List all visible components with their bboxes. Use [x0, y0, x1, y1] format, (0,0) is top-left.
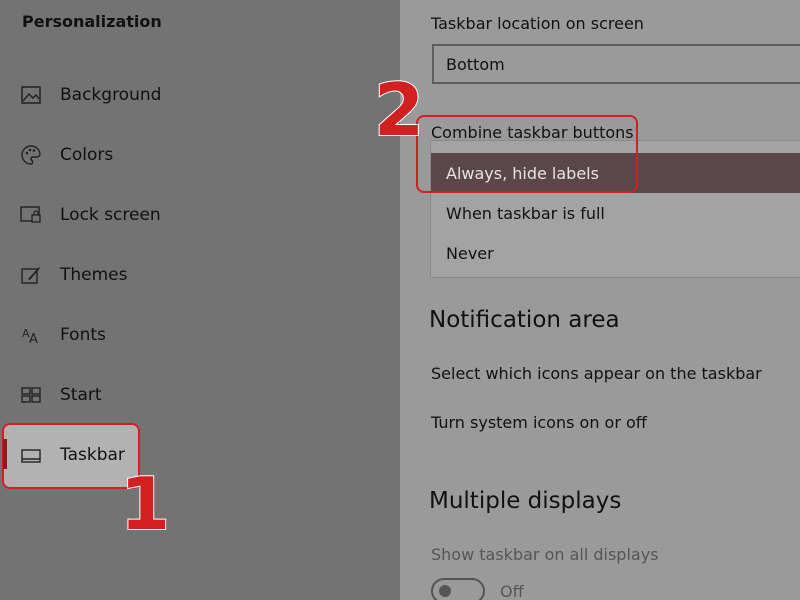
toggle-knob	[439, 585, 451, 597]
taskbar-location-label: Taskbar location on screen	[431, 14, 644, 33]
taskbar-location-value: Bottom	[446, 55, 505, 74]
taskbar-icon	[20, 445, 42, 467]
themes-icon	[20, 264, 42, 286]
image-icon	[20, 84, 42, 106]
sidebar-item-label: Colors	[60, 145, 114, 165]
system-icons-link[interactable]: Turn system icons on or off	[431, 413, 647, 432]
sidebar-title: Personalization	[22, 12, 162, 31]
show-all-displays-label: Show taskbar on all displays	[431, 545, 659, 564]
sidebar-item-label: Lock screen	[60, 205, 161, 225]
fonts-icon: AA	[20, 324, 42, 346]
sidebar-item-lock-screen[interactable]: Lock screen	[0, 185, 400, 245]
select-icons-link[interactable]: Select which icons appear on the taskbar	[431, 364, 762, 383]
sidebar-item-fonts[interactable]: AA Fonts	[0, 305, 400, 365]
taskbar-location-select[interactable]: Bottom	[432, 44, 800, 84]
sidebar-item-themes[interactable]: Themes	[0, 245, 400, 305]
sidebar-item-label: Taskbar	[60, 445, 125, 465]
sidebar-item-background[interactable]: Background	[0, 65, 400, 125]
dropdown-option-always-hide-labels[interactable]: Always, hide labels	[431, 153, 800, 193]
start-icon	[20, 384, 42, 406]
annotation-step-2: 2	[373, 68, 425, 152]
sidebar-item-label: Fonts	[60, 325, 106, 345]
lock-screen-icon	[20, 204, 42, 226]
sidebar-item-start[interactable]: Start	[0, 365, 400, 425]
palette-icon	[20, 144, 42, 166]
sidebar-item-label: Start	[60, 385, 102, 405]
sidebar: Personalization Background Colors Lock s…	[0, 0, 400, 600]
sidebar-item-colors[interactable]: Colors	[0, 125, 400, 185]
selection-indicator	[3, 439, 7, 469]
dropdown-option-never[interactable]: Never	[431, 233, 800, 273]
notification-area-heading: Notification area	[429, 307, 620, 333]
annotation-step-1: 1	[119, 462, 171, 546]
toggle-state-label: Off	[500, 582, 524, 600]
sidebar-item-label: Themes	[60, 265, 128, 285]
sidebar-item-label: Background	[60, 85, 162, 105]
svg-text:A: A	[29, 332, 38, 345]
dropdown-option-when-full[interactable]: When taskbar is full	[431, 193, 800, 233]
main-pane: Taskbar location on screen Bottom Combin…	[400, 0, 800, 600]
sidebar-item-taskbar[interactable]: Taskbar	[0, 421, 400, 491]
combine-buttons-dropdown: Always, hide labels When taskbar is full…	[430, 140, 800, 278]
multiple-displays-heading: Multiple displays	[429, 488, 622, 514]
show-all-displays-toggle[interactable]	[431, 578, 485, 600]
